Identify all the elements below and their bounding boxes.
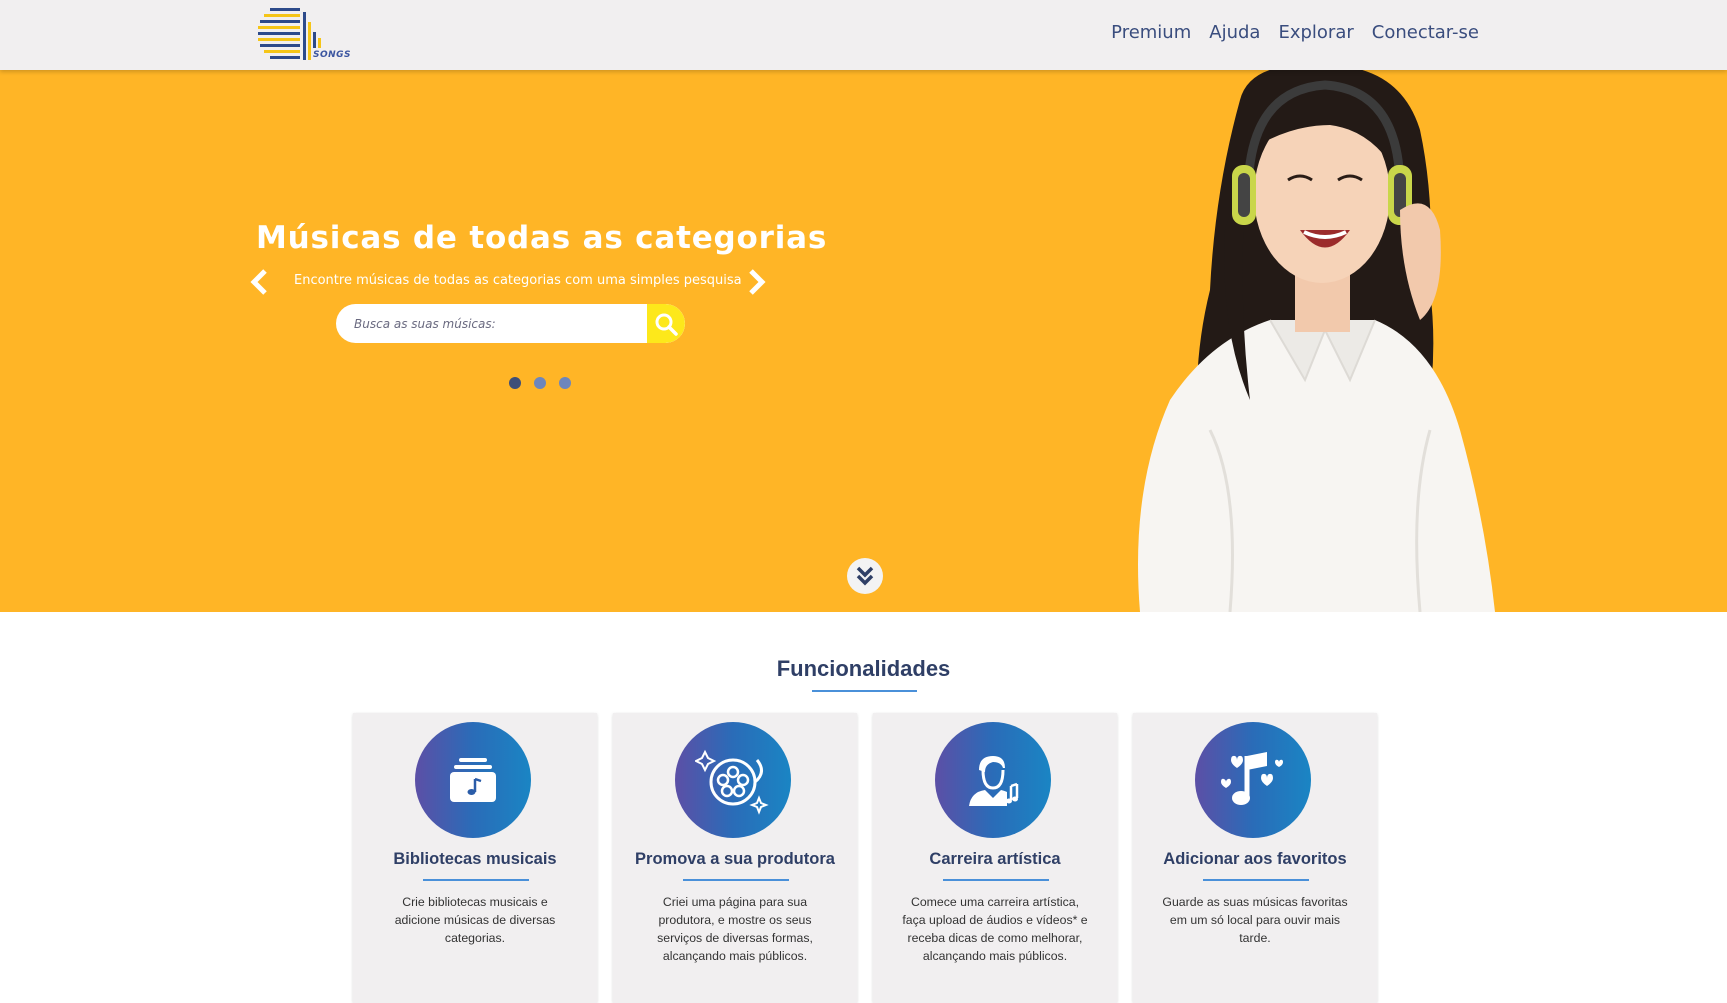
carousel-dot-1[interactable] [509,377,521,389]
film-reel-icon [675,722,791,838]
nav-premium[interactable]: Premium [1111,22,1191,43]
nav-conectar[interactable]: Conectar-se [1372,22,1479,43]
feature-card-title: Bibliotecas musicais [393,850,557,868]
feature-card-title: Promova a sua produtora [635,850,835,868]
double-chevron-down-icon [856,566,874,586]
feature-card-title: Carreira artística [929,850,1061,868]
feature-card-favorites: Adicionar aos favoritos Guarde as suas m… [1133,713,1377,1003]
search-button[interactable] [647,304,685,343]
hero-title: Músicas de todas as categorias [256,220,828,256]
artist-icon [935,722,1051,838]
feature-card-underline [943,879,1049,881]
feature-card-underline [423,879,529,881]
chevron-left-icon [250,269,267,295]
features-cards: Bibliotecas musicais Crie bibliotecas mu… [353,713,1377,1003]
carousel-dot-3[interactable] [559,377,571,389]
feature-card-libraries: Bibliotecas musicais Crie bibliotecas mu… [353,713,597,1003]
carousel-next-arrow[interactable] [743,269,767,295]
carousel-prev-arrow[interactable] [249,269,273,295]
features-title-underline [812,690,917,692]
music-library-icon [415,722,531,838]
carousel-dot-2[interactable] [534,377,546,389]
feature-card-description: Comece uma carreira artística, faça uplo… [902,895,1088,963]
nav-explorar[interactable]: Explorar [1278,22,1353,43]
main-nav: Premium Ajuda Explorar Conectar-se [1111,22,1479,43]
feature-card-underline [1203,879,1309,881]
chevron-right-icon [749,269,766,295]
feature-card-description: Criei uma página para sua produtora, e m… [657,895,813,963]
features-title: Funcionalidades [776,656,951,681]
music-search-bar [336,304,685,343]
search-input[interactable] [336,304,648,343]
songs-logo[interactable]: SONGS [258,6,352,62]
logo-wordmark: SONGS [313,50,352,60]
woman-headphones-image [1138,70,1495,612]
feature-card-career: Carreira artística Comece uma carreira a… [873,713,1117,1003]
carousel-indicators [509,377,571,389]
feature-card-description: Crie bibliotecas musicais e adicione mús… [394,895,556,945]
nav-ajuda[interactable]: Ajuda [1209,22,1260,43]
music-hearts-icon [1195,722,1311,838]
feature-card-underline [683,879,789,881]
search-icon [655,313,678,336]
feature-card-description: Guarde as suas músicas favoritas em um s… [1162,895,1348,945]
hero-carousel: Músicas de todas as categorias Encontre … [0,70,1727,612]
top-navbar: SONGS Premium Ajuda Explorar Conectar-se [0,0,1727,70]
scroll-down-button[interactable] [847,558,883,594]
hero-subtitle: Encontre músicas de todas as categorias … [294,273,742,288]
feature-card-title: Adicionar aos favoritos [1163,850,1347,868]
feature-card-producer: Promova a sua produtora Criei uma página… [613,713,857,1003]
